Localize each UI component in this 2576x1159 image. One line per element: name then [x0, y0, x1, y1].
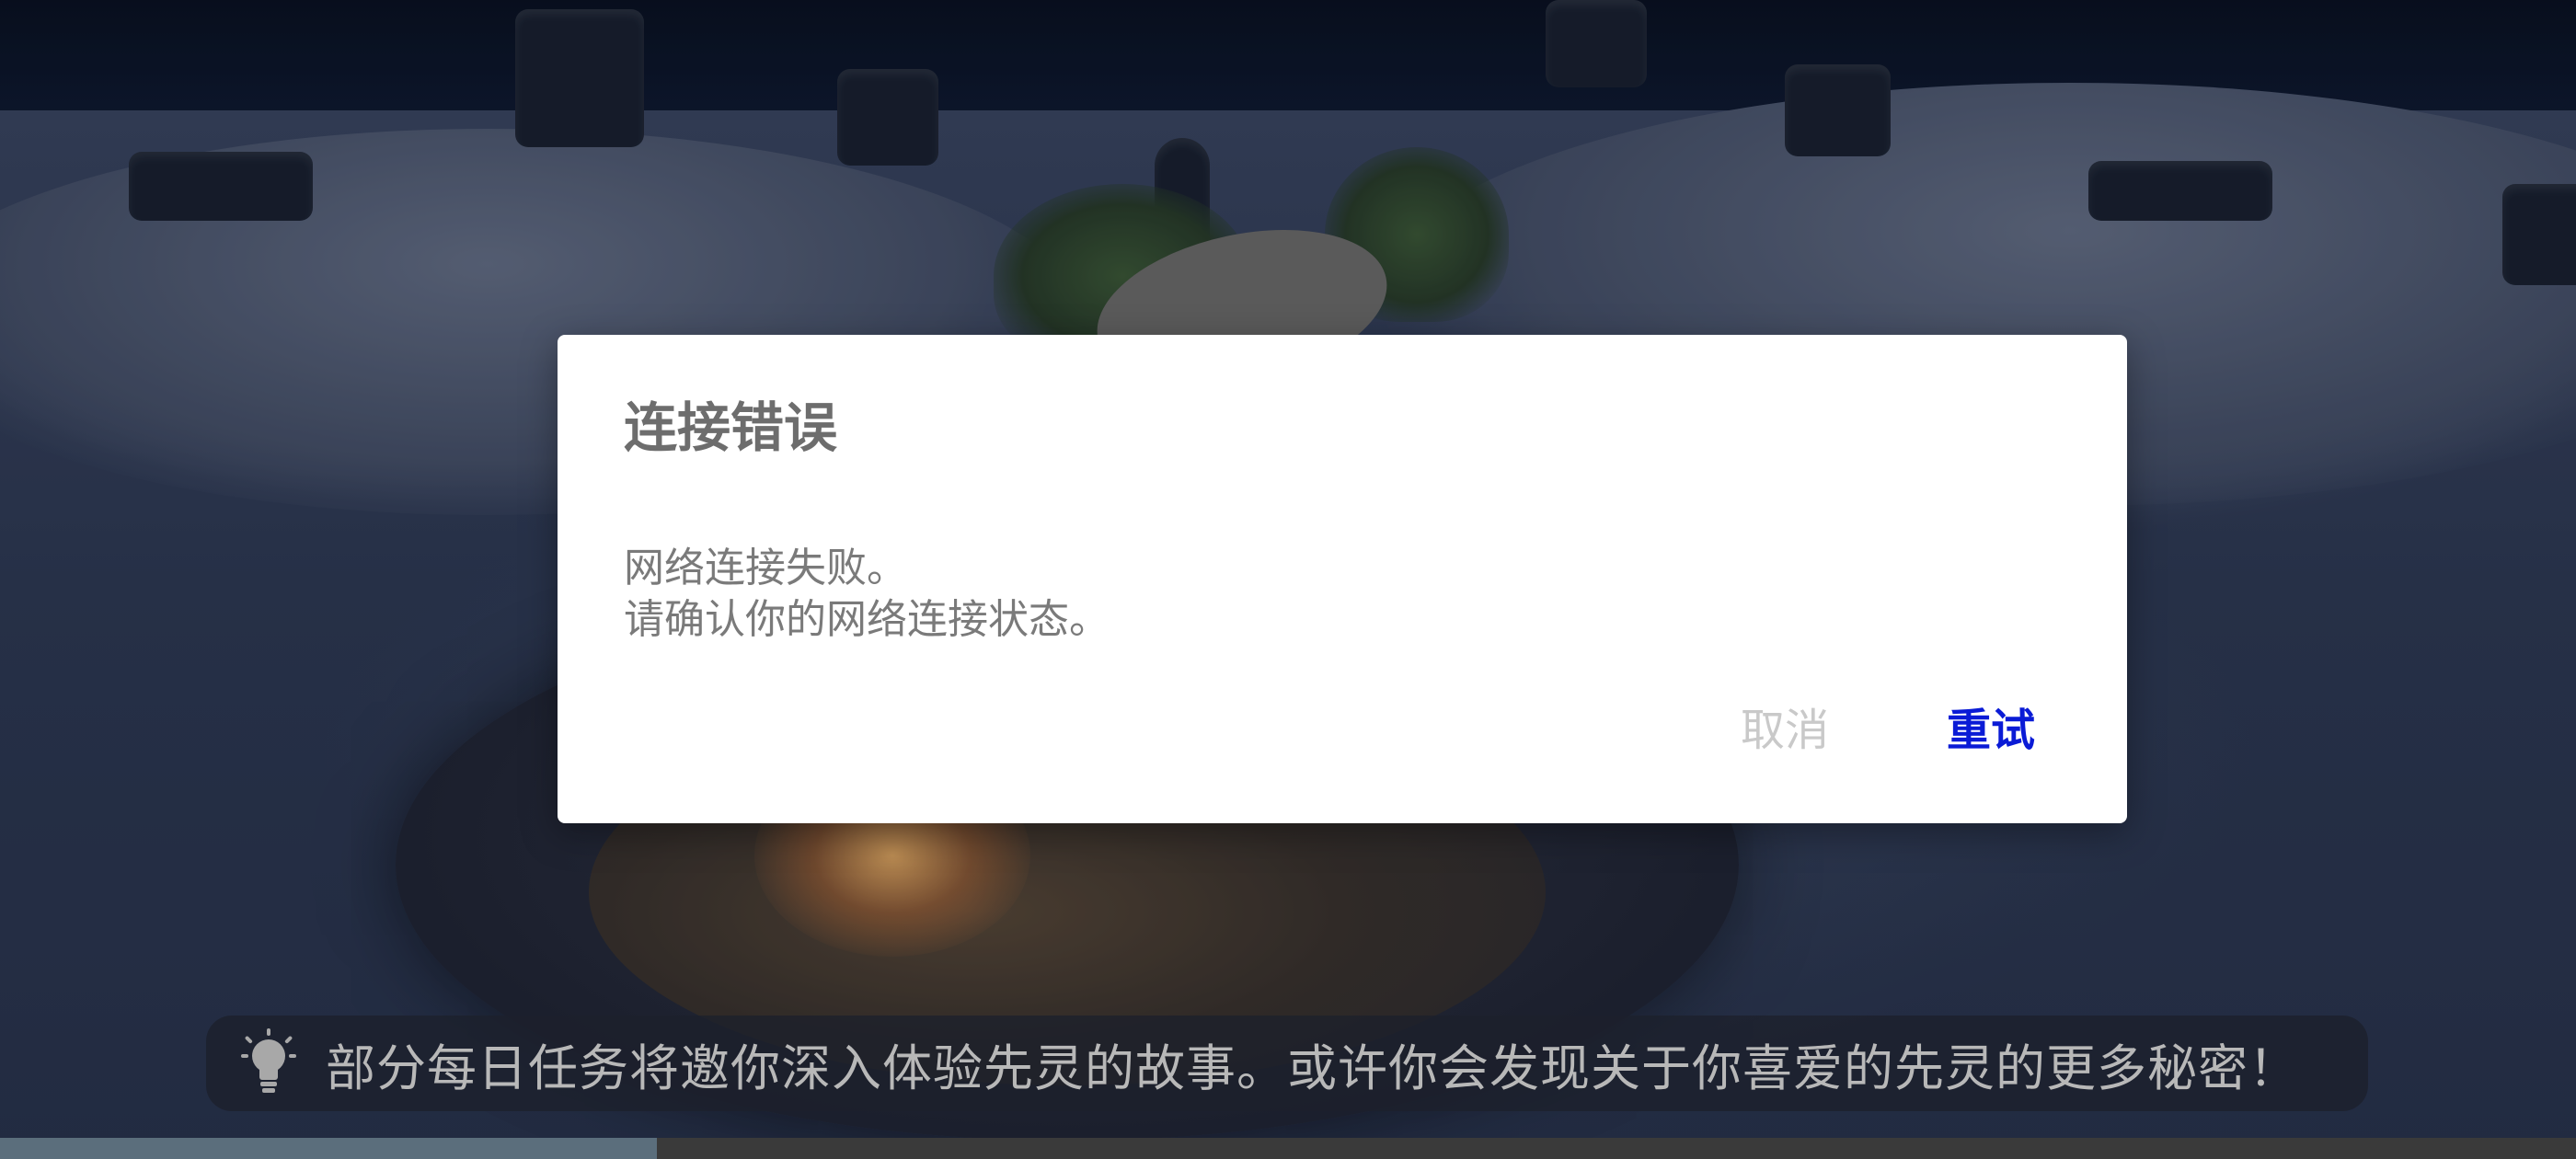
- retry-button[interactable]: 重试: [1938, 703, 2044, 758]
- tip-bar: 部分每日任务将邀你深入体验先灵的故事。或许你会发现关于你喜爱的先灵的更多秘密！: [206, 1016, 2368, 1111]
- dialog-title: 连接错误: [624, 396, 838, 459]
- connection-error-dialog: 连接错误 网络连接失败。 请确认你的网络连接状态。 取消 重试: [558, 335, 2127, 823]
- dialog-message-line: 网络连接失败。: [624, 545, 907, 591]
- dialog-message: 网络连接失败。 请确认你的网络连接状态。: [624, 543, 1110, 646]
- loading-progress-fill: [0, 1138, 657, 1159]
- loading-progress-bar: [0, 1138, 2576, 1159]
- lightbulb-icon: [239, 1028, 298, 1098]
- tip-text: 部分每日任务将邀你深入体验先灵的故事。或许你会发现关于你喜爱的先灵的更多秘密！: [326, 1039, 2299, 1097]
- game-screen: 部分每日任务将邀你深入体验先灵的故事。或许你会发现关于你喜爱的先灵的更多秘密！ …: [0, 0, 2576, 1159]
- dialog-message-line: 请确认你的网络连接状态。: [624, 596, 1110, 643]
- cancel-button[interactable]: 取消: [1731, 703, 1838, 758]
